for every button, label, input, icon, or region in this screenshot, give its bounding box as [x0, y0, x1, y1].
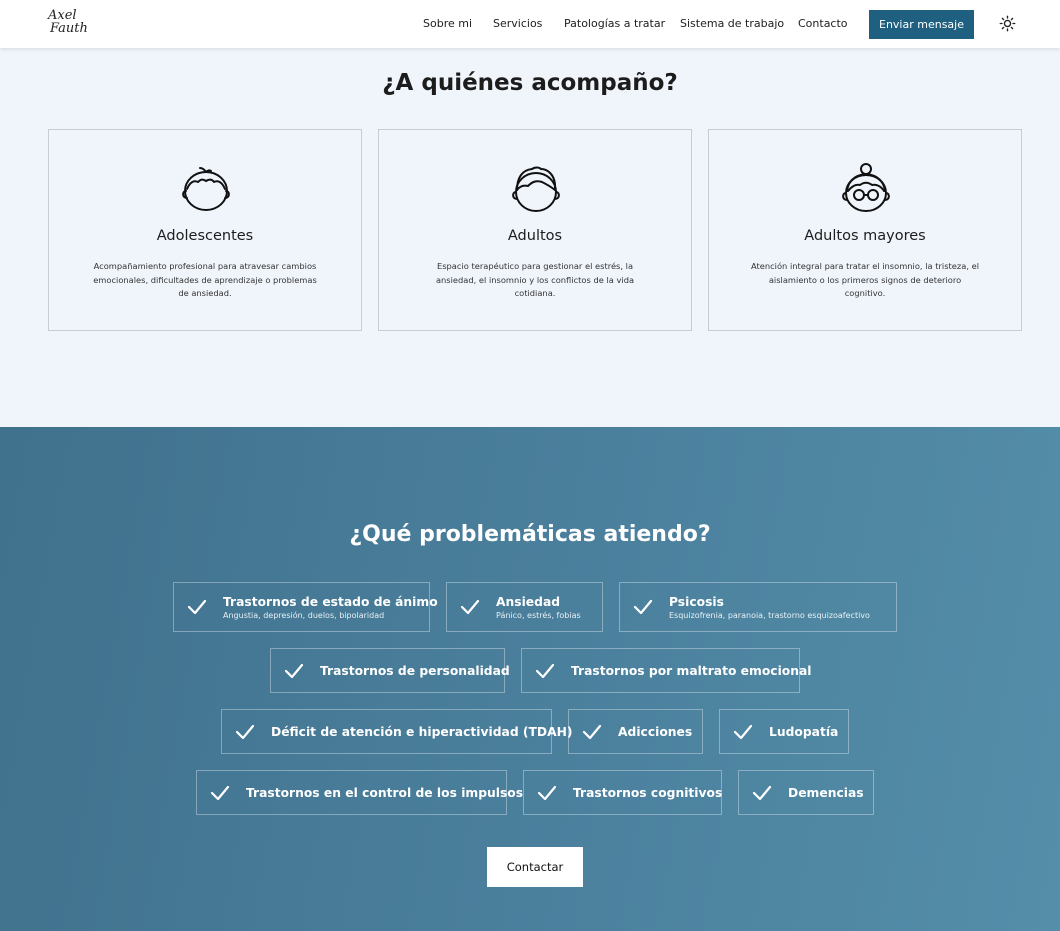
problems-section: ¿Qué problemáticas atiendo? Trastornos d…	[0, 427, 1060, 931]
problem-chip: Trastornos de estado de ánimo Angustia, d…	[173, 582, 438, 632]
card-description: Acompañamiento profesional para atravesa…	[93, 261, 317, 298]
card-description: Espacio terapéutico para gestionar el es…	[435, 261, 635, 298]
check-icon	[537, 785, 557, 800]
nav-contacto[interactable]: Contacto	[798, 17, 848, 30]
problem-chip: Demencias	[738, 770, 874, 815]
problem-chip: Psicosis Esquizofrenia, paranoia, trastor…	[619, 582, 897, 632]
card-description: Atención integral para tratar el insomni…	[750, 261, 980, 298]
check-icon	[733, 724, 753, 739]
problem-sub: Pánico, estrés, fobias	[496, 610, 581, 620]
logo-line2: Fauth	[50, 21, 88, 36]
check-icon	[235, 724, 255, 739]
card-title: Adultos mayores	[804, 228, 926, 244]
problem-chip: Ludopatía	[719, 709, 849, 754]
check-icon	[633, 599, 653, 615]
problem-chip: Trastornos cognitivos	[523, 770, 722, 815]
nav-servicios[interactable]: Servicios	[493, 17, 542, 30]
check-icon	[284, 663, 304, 678]
problem-label: Ludopatía	[769, 724, 839, 739]
problem-sub: Esquizofrenia, paranoia, trastorno esqui…	[669, 610, 870, 620]
problem-label: Ansiedad	[496, 594, 561, 609]
problem-label: Psicosis	[669, 594, 724, 609]
problem-chip: Adicciones	[568, 709, 703, 754]
check-icon	[187, 599, 207, 615]
problem-label: Trastornos de personalidad	[320, 663, 510, 678]
problem-label: Adicciones	[618, 724, 693, 739]
problem-chip: Trastornos por maltrato emocional	[521, 648, 812, 693]
problem-chip: Trastornos de personalidad	[270, 648, 510, 693]
sun-icon[interactable]	[999, 15, 1016, 32]
check-icon	[535, 663, 555, 678]
problem-chip: Ansiedad Pánico, estrés, fobias	[446, 582, 603, 632]
card-title: Adolescentes	[156, 228, 254, 244]
problem-label: Déficit de atención e hiperactividad (TD…	[271, 724, 573, 739]
nav-sobre-mi[interactable]: Sobre mi	[423, 17, 472, 30]
problem-chip: Déficit de atención e hiperactividad (TD…	[221, 709, 573, 754]
problem-label: Trastornos en el control de los impulsos	[246, 785, 524, 800]
adult-face-icon	[512, 166, 560, 212]
send-message-button[interactable]: Enviar mensaje	[869, 10, 974, 39]
logo[interactable]: Axel Fauth	[48, 9, 104, 41]
card-title: Adultos	[507, 228, 563, 244]
problem-label: Trastornos cognitivos	[573, 785, 723, 800]
problems-title: ¿Qué problemáticas atiendo?	[349, 522, 711, 547]
elderly-face-icon	[842, 163, 890, 212]
audience-card-adolescentes: Adolescentes Acompañamiento profesional …	[48, 129, 362, 331]
check-icon	[210, 785, 230, 800]
audience-card-adultos: Adultos Espacio terapéutico para gestion…	[378, 129, 692, 331]
audience-card-adultos-mayores: Adultos mayores Atención integral para t…	[708, 129, 1022, 331]
problem-sub: Angustia, depresión, duelos, bipolaridad	[223, 610, 385, 620]
nav-sistema-de-trabajo[interactable]: Sistema de trabajo	[680, 17, 784, 30]
contact-button[interactable]: Contactar	[487, 847, 583, 887]
check-icon	[582, 724, 602, 739]
problem-label: Demencias	[788, 785, 864, 800]
problem-chip: Trastornos en el control de los impulsos	[196, 770, 523, 815]
problem-label: Trastornos de estado de ánimo	[223, 594, 438, 609]
site-header: Axel Fauth Sobre mi Servicios Patologías…	[0, 0, 1060, 48]
check-icon	[752, 785, 772, 800]
nav-patologias[interactable]: Patologías a tratar	[564, 17, 665, 30]
audience-title: ¿A quiénes acompaño?	[382, 70, 678, 96]
check-icon	[460, 599, 480, 615]
teen-face-icon	[182, 167, 230, 211]
problem-label: Trastornos por maltrato emocional	[571, 663, 812, 678]
